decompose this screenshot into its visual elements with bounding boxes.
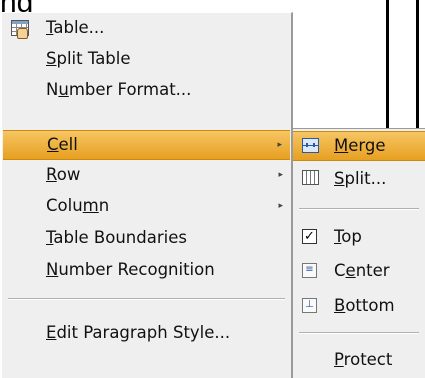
- cell-submenu: Merge Split... ✓ Top ≡ Center ⊥ Bottom P…: [291, 128, 425, 378]
- split-cells-icon: [302, 170, 319, 185]
- submenu-separator: [299, 332, 419, 334]
- align-center-icon: ≡: [302, 263, 317, 278]
- submenu-item-protect[interactable]: Protect: [293, 345, 425, 375]
- submenu-arrow-icon: ▸: [278, 201, 283, 211]
- checkbox-checked-icon: ✓: [302, 229, 317, 244]
- context-menu: Table... Split Table Number Format... Ce…: [1, 12, 293, 378]
- menu-item-cell[interactable]: Cell ▸: [3, 130, 290, 160]
- menu-item-table[interactable]: Table...: [2, 13, 291, 43]
- menu-item-split-table[interactable]: Split Table: [2, 44, 291, 74]
- menu-item-edit-paragraph-style[interactable]: Edit Paragraph Style...: [2, 318, 291, 348]
- submenu-item-bottom[interactable]: ⊥ Bottom: [293, 291, 425, 321]
- hand-cursor-icon: [17, 28, 28, 39]
- menu-separator: [8, 298, 285, 300]
- menu-item-column[interactable]: Column ▸: [2, 191, 291, 221]
- submenu-item-merge[interactable]: Merge: [293, 131, 425, 161]
- menu-item-number-recognition[interactable]: Number Recognition: [2, 255, 291, 285]
- menu-item-number-format[interactable]: Number Format...: [2, 75, 291, 105]
- menu-item-row[interactable]: Row ▸: [2, 160, 291, 190]
- submenu-arrow-icon: ▸: [278, 170, 283, 180]
- submenu-item-split[interactable]: Split...: [293, 164, 425, 194]
- submenu-item-top[interactable]: ✓ Top: [293, 222, 425, 252]
- submenu-arrow-icon: ▸: [277, 140, 282, 150]
- menu-item-table-boundaries[interactable]: Table Boundaries: [2, 223, 291, 253]
- align-bottom-icon: ⊥: [302, 298, 317, 313]
- submenu-item-center[interactable]: ≡ Center: [293, 256, 425, 286]
- submenu-separator: [299, 208, 419, 210]
- merge-cells-icon: [302, 138, 319, 153]
